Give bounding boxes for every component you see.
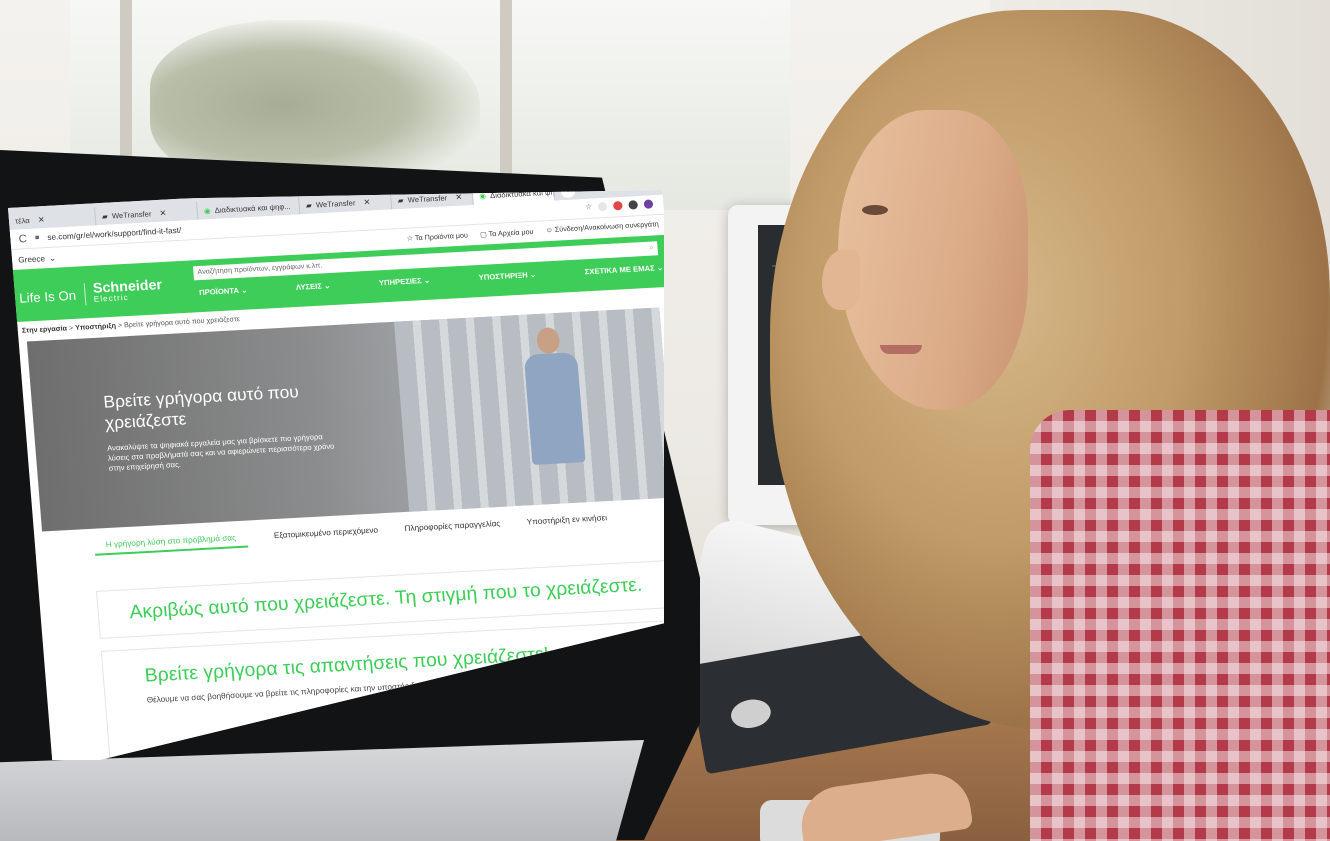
hero-subtitle: Ανακαλύψτε τα ψηφιακά εργαλεία μας για β… bbox=[106, 432, 335, 473]
tab-personalized-content[interactable]: Εξατομικευμένο περιεχόμενο bbox=[273, 520, 379, 541]
checkered-shirt bbox=[1030, 410, 1330, 841]
country-selector[interactable]: Greece bbox=[18, 254, 45, 264]
schneider-favicon-icon: ◉ bbox=[203, 205, 211, 215]
extension-icon[interactable] bbox=[612, 201, 623, 211]
tab-quick-solution[interactable]: Η γρήγορη λύση στο πρόβλημά σας bbox=[93, 526, 249, 556]
search-icon[interactable]: ⌕ bbox=[649, 242, 654, 256]
woman-eye bbox=[862, 205, 888, 215]
woman-nose bbox=[822, 250, 860, 310]
close-icon[interactable]: ✕ bbox=[363, 197, 371, 206]
chevron-down-icon: ⌄ bbox=[48, 253, 57, 263]
close-icon[interactable]: ✕ bbox=[159, 208, 167, 217]
hero-title: Βρείτε γρήγορα αυτό που χρειάζεστε bbox=[102, 382, 300, 433]
extension-icon[interactable] bbox=[628, 200, 639, 210]
tab-order-info[interactable]: Πληροφορίες παραγγελίας bbox=[404, 513, 500, 533]
extensions-area: ☆ bbox=[585, 199, 654, 212]
schneider-logo[interactable]: Life Is On Schneider Electric bbox=[18, 276, 163, 310]
nav-item-services[interactable]: ΥΠΗΡΕΣΙΕΣ ⌄ bbox=[379, 276, 431, 288]
hero-banner: Βρείτε γρήγορα αυτό που χρειάζεστε Ανακα… bbox=[26, 307, 664, 532]
woman-mouth bbox=[880, 345, 922, 354]
office-photo: τέλα ✕ ▰ WeTransfer ✕ ◉ Διαδικτυακά και ψηφ.… bbox=[0, 0, 1330, 841]
nav-item-solutions[interactable]: ΛΥΣΕΙΣ ⌄ bbox=[296, 281, 331, 292]
my-products-link[interactable]: ☆ Τα Προϊόντα μου bbox=[406, 231, 469, 242]
breadcrumb-item[interactable]: Στην εργασία bbox=[22, 325, 68, 334]
login-link[interactable]: ☺ Σύνδεση/Ανακοίνωση συνεργάτη bbox=[545, 221, 659, 235]
tab-mobile-support[interactable]: Υποστήριξη εν κινήσει bbox=[526, 507, 607, 526]
url-text[interactable]: se.com/gr/el/work/support/find-it-fast/ bbox=[47, 226, 181, 242]
section-heading: Ακριβώς αυτό που χρειάζεστε. Τη στιγμή π… bbox=[128, 574, 644, 624]
my-documents-link[interactable]: ▢ Τα Αρχεία μου bbox=[480, 228, 534, 239]
wetransfer-icon: ▰ bbox=[397, 195, 404, 205]
breadcrumb-current: Βρείτε γρήγορα αυτό που χρειάζεστε bbox=[123, 316, 241, 330]
star-icon[interactable]: ☆ bbox=[585, 203, 592, 212]
wetransfer-icon: ▰ bbox=[305, 200, 313, 210]
extension-icon[interactable] bbox=[597, 201, 608, 212]
lock-icon: ■ bbox=[34, 234, 40, 242]
nav-item-products[interactable]: ΠΡΟΪΟΝΤΑ ⌄ bbox=[199, 285, 248, 297]
nav-item-about[interactable]: ΣΧΕΤΙΚΑ ΜΕ ΕΜΑΣ ⌄ bbox=[584, 263, 663, 276]
profile-avatar[interactable] bbox=[643, 199, 654, 209]
nav-item-support[interactable]: ΥΠΟΣΤΗΡΙΞΗ ⌄ bbox=[478, 270, 536, 282]
wetransfer-icon: ▰ bbox=[101, 211, 109, 221]
breadcrumb-item[interactable]: Υποστήριξη bbox=[75, 323, 116, 332]
close-icon[interactable]: ✕ bbox=[38, 215, 46, 224]
reload-icon[interactable]: C bbox=[18, 233, 27, 245]
man-with-tablet-image bbox=[518, 326, 595, 480]
